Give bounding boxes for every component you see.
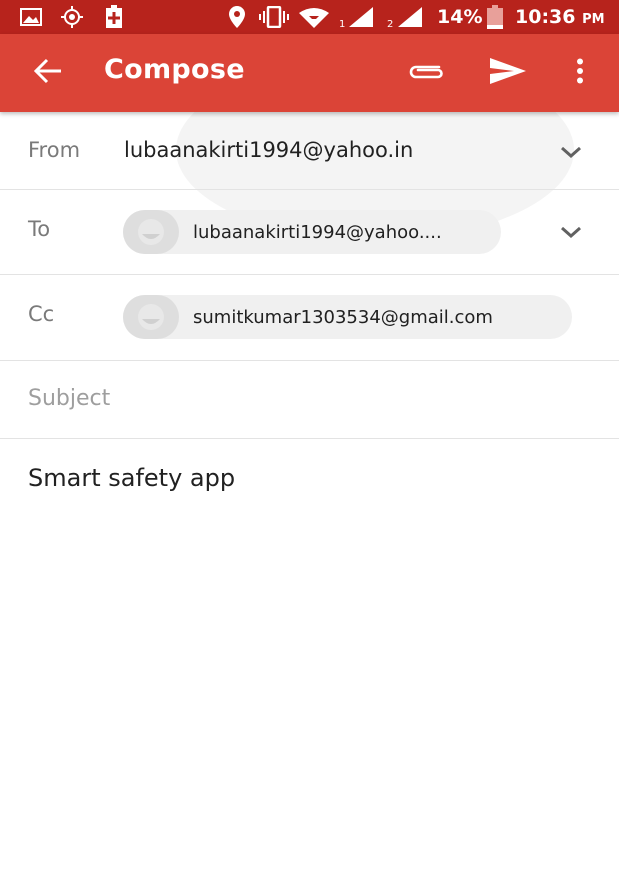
recipient-chip[interactable]: lubaanakirti1994@yahoo....: [123, 210, 501, 254]
subject-row[interactable]: Subject: [0, 361, 619, 439]
battery-saver-icon: [105, 5, 123, 33]
clock-time: 10:36: [515, 6, 576, 28]
chevron-down-icon[interactable]: [556, 222, 586, 242]
clock: 10:36 PM: [515, 4, 605, 33]
cc-chip[interactable]: sumitkumar1303534@gmail.com: [123, 295, 572, 339]
cc-label: Cc: [28, 302, 55, 326]
battery-icon: [487, 5, 503, 33]
from-label: From: [28, 138, 81, 162]
back-arrow-icon: [33, 58, 62, 88]
chevron-down-icon[interactable]: [556, 142, 586, 162]
more-options-button[interactable]: [558, 51, 602, 95]
clock-ampm: PM: [582, 12, 605, 27]
avatar: [123, 295, 179, 339]
signal-icon: [397, 6, 423, 32]
message-body[interactable]: Smart safety app: [28, 464, 235, 492]
from-account[interactable]: lubaanakirti1994@yahoo.in: [124, 138, 413, 162]
avatar: [123, 210, 179, 254]
attach-icon: [406, 60, 446, 86]
to-label: To: [28, 217, 51, 241]
gallery-icon: [20, 8, 42, 30]
subject-input[interactable]: Subject: [28, 386, 110, 411]
recipient-chip-label: lubaanakirti1994@yahoo....: [193, 221, 442, 243]
location-target-icon: [60, 6, 84, 32]
battery-percent: 14%: [437, 6, 483, 28]
page-title: Compose: [104, 54, 245, 85]
cc-row[interactable]: Cc sumitkumar1303534@gmail.com: [0, 275, 619, 361]
send-icon: [489, 57, 527, 89]
more-vert-icon: [576, 58, 584, 88]
status-bar: 1 2 14% 10:36 PM: [0, 0, 619, 34]
app-bar: Compose: [0, 34, 619, 112]
send-button[interactable]: [486, 51, 530, 95]
wifi-icon: [298, 7, 330, 33]
from-row[interactable]: From lubaanakirti1994@yahoo.in: [0, 112, 619, 190]
attach-button[interactable]: [404, 51, 448, 95]
back-button[interactable]: [26, 51, 70, 95]
signal-icon: [348, 6, 374, 32]
location-pin-icon: [228, 5, 246, 33]
vibrate-icon: [258, 5, 290, 32]
cc-chip-label: sumitkumar1303534@gmail.com: [193, 306, 493, 328]
to-row[interactable]: To lubaanakirti1994@yahoo....: [0, 190, 619, 275]
